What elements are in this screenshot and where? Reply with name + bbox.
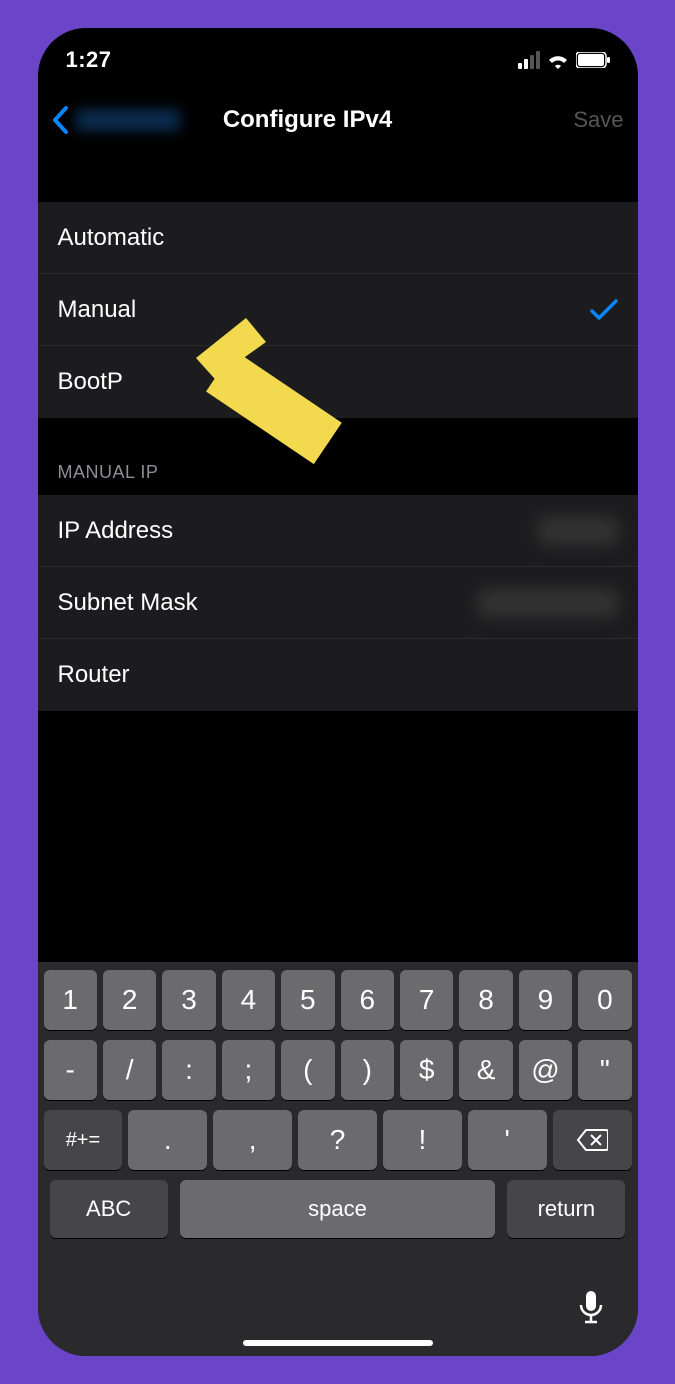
spacer — [38, 148, 638, 202]
status-bar: 1:27 — [38, 28, 638, 92]
key-colon[interactable]: : — [162, 1040, 215, 1100]
key-1[interactable]: 1 — [44, 970, 97, 1030]
key-question[interactable]: ? — [298, 1110, 377, 1170]
save-button[interactable]: Save — [564, 107, 624, 133]
battery-icon — [576, 52, 610, 68]
key-8[interactable]: 8 — [459, 970, 512, 1030]
keyboard: 1 2 3 4 5 6 7 8 9 0 - / : ; ( ) $ & @ " … — [38, 962, 638, 1356]
field-router[interactable]: Router — [38, 639, 638, 711]
status-icons — [518, 51, 610, 69]
field-label: Router — [58, 661, 130, 689]
field-ip-address[interactable]: IP Address — [38, 495, 638, 567]
key-2[interactable]: 2 — [103, 970, 156, 1030]
key-6[interactable]: 6 — [341, 970, 394, 1030]
keyboard-dock — [44, 1262, 632, 1352]
key-semicolon[interactable]: ; — [222, 1040, 275, 1100]
key-backspace[interactable] — [553, 1110, 632, 1170]
option-automatic[interactable]: Automatic — [38, 202, 638, 274]
key-comma[interactable]: , — [213, 1110, 292, 1170]
key-rparen[interactable]: ) — [341, 1040, 394, 1100]
key-9[interactable]: 9 — [519, 970, 572, 1030]
key-at[interactable]: @ — [519, 1040, 572, 1100]
wifi-icon — [546, 51, 570, 69]
option-label: Automatic — [58, 224, 165, 252]
cellular-icon — [518, 51, 540, 69]
key-lparen[interactable]: ( — [281, 1040, 334, 1100]
key-4[interactable]: 4 — [222, 970, 275, 1030]
field-label: Subnet Mask — [58, 589, 198, 617]
key-3[interactable]: 3 — [162, 970, 215, 1030]
backspace-icon — [576, 1128, 608, 1152]
key-symbols[interactable]: #+= — [44, 1110, 123, 1170]
key-return[interactable]: return — [507, 1180, 625, 1238]
key-period[interactable]: . — [128, 1110, 207, 1170]
key-slash[interactable]: / — [103, 1040, 156, 1100]
key-0[interactable]: 0 — [578, 970, 631, 1030]
section-header-manual-ip: MANUAL IP — [38, 418, 638, 495]
navigation-bar: Configure IPv4 Save — [38, 92, 638, 148]
option-manual[interactable]: Manual — [38, 274, 638, 346]
key-dash[interactable]: - — [44, 1040, 97, 1100]
key-quote[interactable]: " — [578, 1040, 631, 1100]
phone-frame: 1:27 Configure IPv4 Save — [38, 28, 638, 1356]
checkmark-icon — [590, 299, 618, 321]
home-indicator[interactable] — [243, 1340, 433, 1346]
manual-ip-list: IP Address Subnet Mask Router — [38, 495, 638, 711]
option-bootp[interactable]: BootP — [38, 346, 638, 418]
key-5[interactable]: 5 — [281, 970, 334, 1030]
option-label: BootP — [58, 368, 123, 396]
back-label-blurred — [76, 109, 180, 131]
key-space[interactable]: space — [180, 1180, 495, 1238]
subnet-mask-value-blurred — [478, 589, 618, 617]
key-7[interactable]: 7 — [400, 970, 453, 1030]
option-label: Manual — [58, 296, 137, 324]
key-apostrophe[interactable]: ' — [468, 1110, 547, 1170]
status-time: 1:27 — [66, 47, 112, 73]
key-exclaim[interactable]: ! — [383, 1110, 462, 1170]
key-abc[interactable]: ABC — [50, 1180, 168, 1238]
field-label: IP Address — [58, 517, 174, 545]
key-amp[interactable]: & — [459, 1040, 512, 1100]
configure-mode-list: Automatic Manual BootP — [38, 202, 638, 418]
ip-address-value-blurred — [538, 517, 618, 545]
field-subnet-mask[interactable]: Subnet Mask — [38, 567, 638, 639]
mic-icon[interactable] — [578, 1289, 604, 1325]
key-dollar[interactable]: $ — [400, 1040, 453, 1100]
